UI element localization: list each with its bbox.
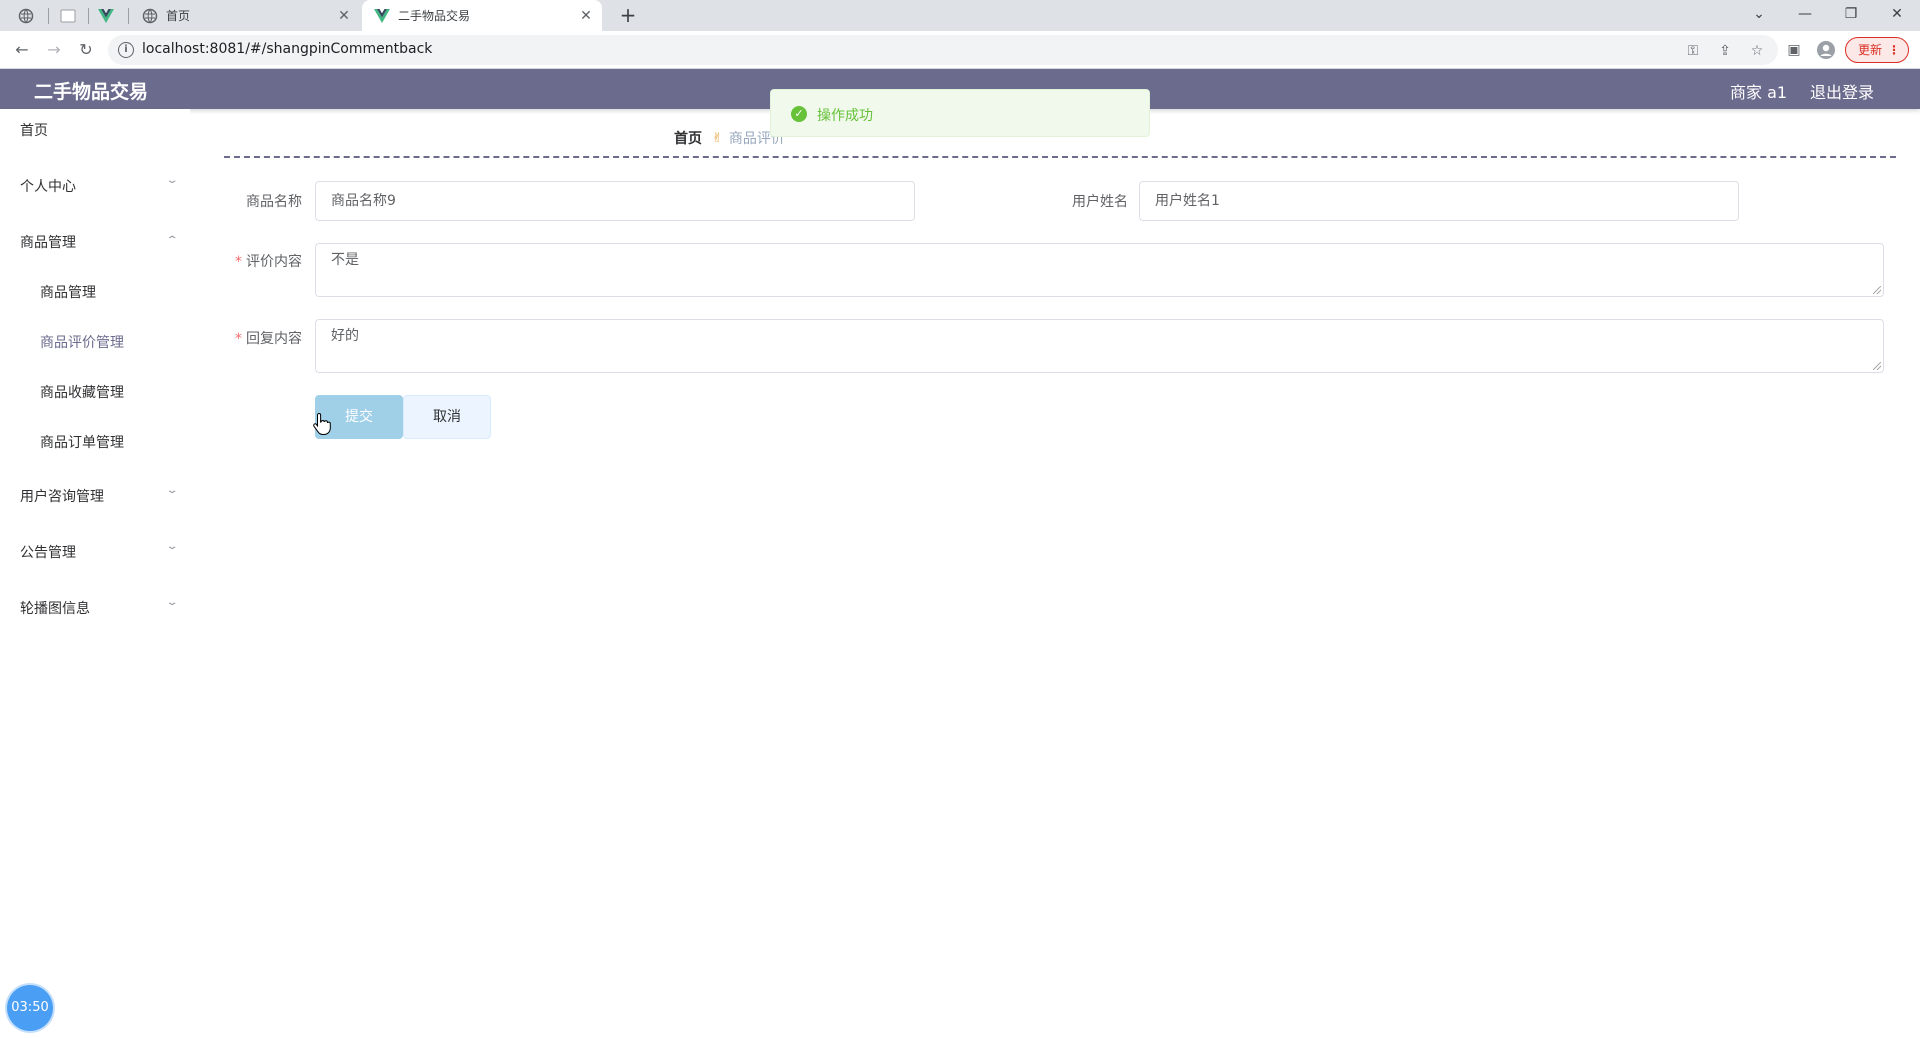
goods-name-label: 商品名称: [246, 194, 302, 210]
sidebar-item-label: 轮播图信息: [20, 601, 90, 617]
breadcrumb: 首页 ✌ 商品评价: [674, 128, 785, 148]
goods-name-field[interactable]: 商品名称9: [315, 181, 915, 221]
page-icon: [60, 9, 76, 23]
sidebar-item-home[interactable]: 首页: [0, 109, 190, 149]
reply-text: 好的: [331, 328, 359, 344]
user-name-field[interactable]: 用户姓名1: [1139, 181, 1739, 221]
close-icon[interactable]: ✕: [336, 8, 352, 24]
key-icon[interactable]: ⚿: [1684, 42, 1702, 60]
sidebar-item-carousel[interactable]: 轮播图信息 ⌄: [0, 587, 190, 627]
side-panel-icon[interactable]: ▣: [1784, 40, 1804, 60]
hand-cursor-icon: [313, 412, 331, 435]
profile-icon[interactable]: [1816, 40, 1836, 60]
chevron-up-icon: ⌃: [165, 235, 179, 246]
address-bar[interactable]: i localhost:8081/#/shangpinCommentback ⚿…: [108, 35, 1778, 65]
browser-tab-strip: 首页 ✕ 二手物品交易 ✕ + ⌄ — ❐ ✕: [0, 0, 1920, 31]
chevron-down-icon: ⌄: [165, 175, 179, 186]
sidebar-item-personal[interactable]: 个人中心 ⌄: [0, 165, 190, 205]
sidebar-item-label: 个人中心: [20, 179, 76, 195]
sidebar-item-label: 首页: [20, 123, 48, 139]
comment-label: * 评价内容: [235, 254, 302, 270]
user-label: 商家 a1: [1730, 83, 1788, 102]
comment-textarea[interactable]: 不是: [315, 243, 1884, 297]
tab-search-icon[interactable]: ⌄: [1736, 0, 1782, 31]
sidebar-subitem-goods-comments[interactable]: 商品评价管理: [0, 321, 190, 361]
more-icon: ⋮: [1888, 43, 1900, 57]
sidebar-item-consult[interactable]: 用户咨询管理 ⌄: [0, 475, 190, 515]
comment-text: 不是: [331, 252, 359, 268]
sidebar-item-label: 商品收藏管理: [40, 385, 124, 401]
pinned-tab-globe[interactable]: [12, 3, 40, 29]
sidebar-item-notice[interactable]: 公告管理 ⌄: [0, 531, 190, 571]
sidebar-item-label: 商品订单管理: [40, 435, 124, 451]
logout-button[interactable]: 退出登录: [1810, 79, 1874, 103]
app-title: 二手物品交易: [34, 81, 149, 103]
sidebar-item-label: 商品管理: [20, 235, 76, 251]
toast-message: 操作成功: [817, 108, 873, 124]
window-close-button[interactable]: ✕: [1874, 0, 1920, 31]
vue-icon: [98, 9, 114, 23]
pinned-tab-vue[interactable]: [92, 3, 120, 29]
restore-button[interactable]: ❐: [1828, 0, 1874, 31]
reply-label: * 回复内容: [235, 331, 302, 347]
reload-button[interactable]: ↻: [72, 36, 100, 64]
tab-separator: [48, 8, 49, 24]
star-icon[interactable]: ☆: [1748, 42, 1766, 60]
url-text[interactable]: localhost:8081/#/shangpinCommentback: [142, 41, 432, 57]
sidebar-subitem-goods-orders[interactable]: 商品订单管理: [0, 421, 190, 461]
reply-textarea[interactable]: 好的: [315, 319, 1884, 373]
tab-title: 二手物品交易: [398, 9, 471, 23]
new-tab-button[interactable]: +: [614, 2, 642, 30]
tab-secondhand[interactable]: 二手物品交易 ✕: [362, 0, 602, 31]
minimize-button[interactable]: —: [1782, 0, 1828, 31]
breadcrumb-home[interactable]: 首页: [674, 128, 702, 148]
info-icon[interactable]: i: [118, 42, 134, 58]
chevron-down-icon: ⌄: [165, 485, 179, 496]
globe-icon: [142, 8, 158, 24]
tab-home[interactable]: 首页 ✕: [130, 0, 360, 31]
sidebar-item-label: 公告管理: [20, 545, 76, 561]
tab-separator: [128, 8, 129, 24]
sidebar-subitem-goods[interactable]: 商品管理: [0, 271, 190, 311]
sidebar-item-goods[interactable]: 商品管理 ⌃: [0, 221, 190, 261]
cancel-button[interactable]: 取消: [403, 395, 491, 439]
back-button[interactable]: ←: [8, 36, 36, 64]
sidebar-item-label: 商品管理: [40, 285, 96, 301]
timer-badge[interactable]: 03:50: [7, 985, 53, 1031]
update-label: 更新: [1858, 43, 1883, 57]
pinned-tab-blank[interactable]: [54, 3, 82, 29]
sidebar-item-label: 用户咨询管理: [20, 489, 104, 505]
vue-icon: [374, 8, 390, 24]
forward-button[interactable]: →: [40, 36, 68, 64]
browser-toolbar: ← → ↻ i localhost:8081/#/shangpinComment…: [0, 31, 1920, 69]
success-toast: ✓ 操作成功: [770, 89, 1150, 137]
tab-title: 首页: [166, 9, 191, 23]
hand-icon: ✌: [712, 130, 723, 146]
update-button[interactable]: 更新 ⋮: [1845, 37, 1909, 63]
chevron-down-icon: ⌄: [165, 541, 179, 552]
resize-handle-icon[interactable]: [1873, 286, 1881, 294]
user-name-label: 用户姓名: [1072, 194, 1128, 210]
close-icon[interactable]: ✕: [578, 8, 594, 24]
tab-separator: [88, 8, 89, 24]
divider: [224, 156, 1896, 158]
chevron-down-icon: ⌄: [165, 597, 179, 608]
sidebar-subitem-goods-favorites[interactable]: 商品收藏管理: [0, 371, 190, 411]
share-icon[interactable]: ⇪: [1716, 42, 1734, 60]
resize-handle-icon[interactable]: [1873, 362, 1881, 370]
globe-icon: [18, 8, 34, 24]
sidebar: 首页 个人中心 ⌄ 商品管理 ⌃ 商品管理 商品评价管理 商品收藏管理 商品订单…: [0, 109, 190, 1038]
check-circle-icon: ✓: [791, 106, 807, 122]
sidebar-item-label: 商品评价管理: [40, 335, 124, 351]
